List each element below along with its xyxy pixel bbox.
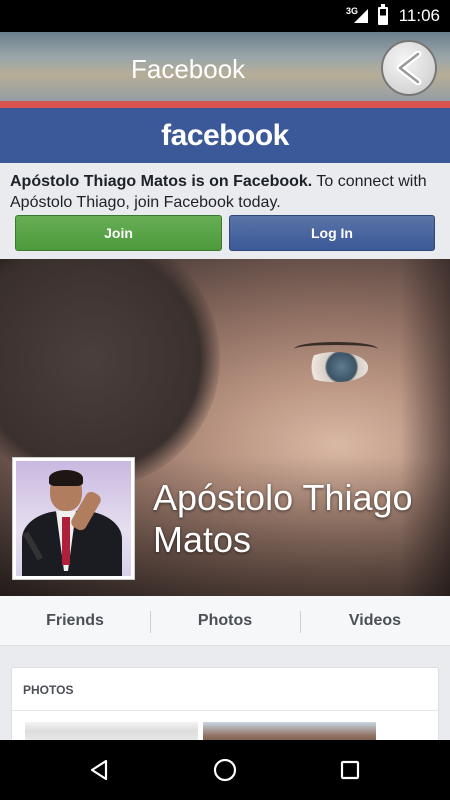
nav-back-button[interactable] xyxy=(85,756,113,784)
profile-picture[interactable] xyxy=(12,457,135,580)
signal-icon xyxy=(354,9,368,23)
chevron-left-icon xyxy=(396,51,422,85)
nav-home-button[interactable] xyxy=(211,756,239,784)
square-recents-icon xyxy=(340,760,360,780)
join-message-bold: Apóstolo Thiago Matos is on Facebook. xyxy=(10,173,313,190)
join-message: Apóstolo Thiago Matos is on Facebook. To… xyxy=(10,171,440,213)
photos-heading: PHOTOS xyxy=(23,683,74,697)
profile-picture-image xyxy=(16,461,131,576)
profile-tabs: Friends Photos Videos xyxy=(0,596,450,646)
battery-icon xyxy=(378,4,388,25)
profile-name: Apóstolo Thiago Matos xyxy=(153,477,413,560)
status-bar: 3G 11:06 xyxy=(0,0,450,32)
circle-home-icon xyxy=(213,758,237,782)
facebook-logo: facebook xyxy=(161,119,289,152)
profile-hair-shape xyxy=(49,470,83,486)
join-button[interactable]: Join xyxy=(15,215,222,251)
status-time: 11:06 xyxy=(398,6,440,25)
photos-divider xyxy=(12,710,438,711)
tab-friends[interactable]: Friends xyxy=(0,596,150,645)
cover-hair-shape xyxy=(0,259,220,489)
login-button[interactable]: Log In xyxy=(229,215,435,251)
join-panel: Apóstolo Thiago Matos is on Facebook. To… xyxy=(0,163,450,259)
nav-recents-button[interactable] xyxy=(336,756,364,784)
system-nav-bar xyxy=(0,740,450,800)
triangle-back-icon xyxy=(90,759,108,781)
app-title: Facebook xyxy=(131,54,246,84)
header-stripe xyxy=(0,101,450,108)
facebook-bar: facebook xyxy=(0,108,450,163)
app-header: Facebook xyxy=(0,32,450,104)
profile-tie-shape xyxy=(62,517,70,565)
cover-eye-shape xyxy=(302,352,368,382)
back-button[interactable] xyxy=(381,40,437,96)
tab-videos[interactable]: Videos xyxy=(300,596,450,645)
tab-photos[interactable]: Photos xyxy=(150,596,300,645)
